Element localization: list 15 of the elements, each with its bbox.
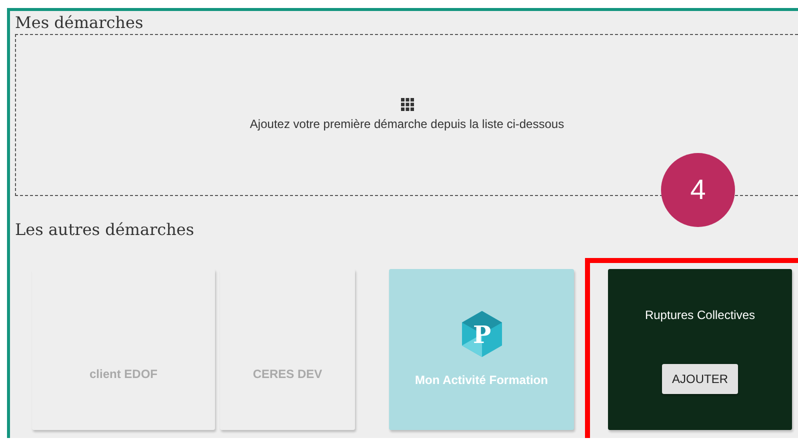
grid-icon [400,98,414,110]
service-card[interactable]: Ruptures Collectives AJOUTER [608,269,792,430]
card-title: client EDOF [89,366,158,382]
section-title: Les autres démarches [15,219,196,241]
card-title: Mon Activité Formation [415,372,548,388]
card-title: CERES DEV [252,366,322,382]
section-title: Mes démarches [15,12,144,34]
service-card[interactable]: CERES DEV [220,269,355,430]
service-card[interactable]: client EDOF [32,269,215,430]
step-number: 4 [661,153,735,227]
hexagon-logo-icon: P [462,310,502,356]
add-button[interactable]: AJOUTER [662,364,738,394]
card-title: Ruptures Collectives [644,306,756,324]
service-card[interactable]: P Mon Activité Formation [389,269,574,430]
empty-message: Ajoutez votre première démarche depuis la liste ci-dessous [250,116,564,132]
